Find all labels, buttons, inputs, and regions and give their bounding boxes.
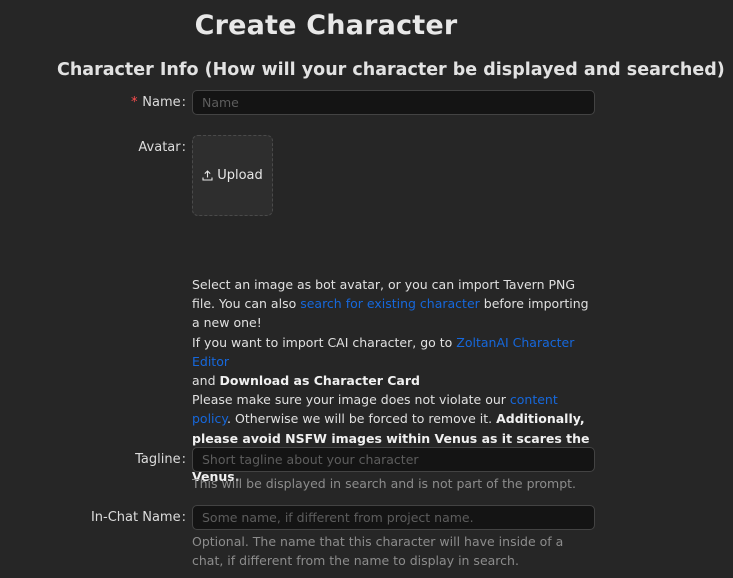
name-label: Name — [142, 95, 181, 110]
tagline-label-group: Tagline: — [135, 452, 186, 467]
avatar-colon: : — [181, 140, 186, 155]
avatar-upload-button[interactable]: Upload — [192, 135, 273, 216]
name-colon: : — [181, 95, 186, 110]
avatar-label: Avatar — [138, 140, 181, 155]
in-chat-name-label-group: In-Chat Name: — [91, 510, 186, 525]
section-title: Character Info (How will your character … — [57, 60, 725, 80]
download-card-text: Download as Character Card — [219, 373, 420, 389]
tagline-label: Tagline — [135, 452, 181, 467]
help-text: If you want to import CAI character, go … — [192, 334, 457, 350]
create-character-page: Create Character Character Info (How wil… — [0, 0, 733, 578]
upload-label: Upload — [217, 168, 263, 183]
in-chat-name-input[interactable] — [192, 505, 595, 530]
avatar-label-group: Avatar: — [138, 140, 186, 155]
name-label-group: * Name: — [130, 95, 186, 110]
in-chat-name-label: In-Chat Name — [90, 510, 181, 525]
tagline-colon: : — [181, 452, 186, 467]
upload-icon — [202, 170, 213, 181]
in-chat-name-note: Optional. The name that this character w… — [192, 534, 564, 568]
search-existing-character-link[interactable]: search for existing character — [300, 296, 480, 311]
tagline-input[interactable] — [192, 447, 595, 472]
help-text: . Otherwise we will be forced to remove … — [227, 411, 497, 427]
in-chat-name-colon: : — [181, 510, 186, 525]
required-mark: * — [130, 95, 139, 110]
help-text: and — [192, 373, 220, 389]
page-title: Create Character — [194, 10, 458, 41]
name-input[interactable] — [192, 90, 595, 115]
tagline-note: This will be displayed in search and is … — [192, 476, 577, 491]
help-text: Please make sure your image does not vio… — [192, 392, 510, 408]
